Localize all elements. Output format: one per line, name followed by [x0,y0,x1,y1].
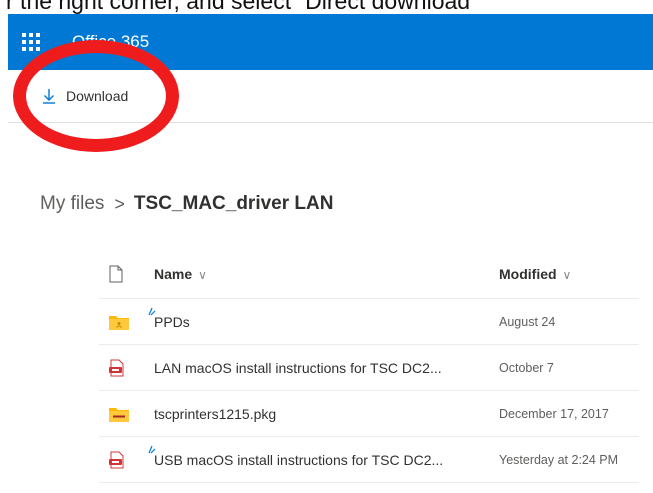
download-button[interactable]: Download [42,88,128,104]
file-type-icon[interactable] [109,265,123,283]
file-modified: December 17, 2017 [499,406,609,421]
file-modified: August 24 [499,314,556,329]
top-bar: Office 365 [8,14,653,70]
breadcrumb-separator: > [114,193,125,214]
file-modified: October 7 [499,360,554,375]
pdf-file-icon [109,359,124,376]
pdf-file-icon [109,451,124,468]
app-launcher-icon[interactable] [22,33,40,51]
shared-folder-icon [109,315,129,330]
instruction-caption: r the right corner, and select “Direct d… [6,0,478,14]
list-item[interactable]: PPDs August 24 [99,299,639,345]
breadcrumb-current: TSC_MAC_driver LAN [133,193,334,214]
column-modified[interactable]: Modified ∨ [499,266,571,282]
file-name[interactable]: LAN macOS install instructions for TSC D… [154,360,442,376]
file-list-header: Name ∨ Modified ∨ [99,250,639,299]
download-label: Download [66,88,129,104]
package-file-icon [109,407,129,422]
download-arrow-icon [43,89,55,104]
file-name[interactable]: tscprinters1215.pkg [154,406,276,422]
chevron-down-icon: ∨ [198,268,207,282]
file-name[interactable]: PPDs [154,314,190,330]
breadcrumb: My files > TSC_MAC_driver LAN [40,193,333,215]
file-name[interactable]: USB macOS install instructions for TSC D… [154,452,443,468]
command-bar: Download [8,70,653,123]
list-item[interactable]: tscprinters1215.pkg December 17, 2017 [99,391,639,437]
app-title[interactable]: Office 365 [72,32,149,52]
list-item[interactable]: LAN macOS install instructions for TSC D… [99,345,639,391]
breadcrumb-root[interactable]: My files [40,193,104,215]
file-modified: Yesterday at 2:24 PM [499,452,619,467]
file-list: Name ∨ Modified ∨ PPDs August 24 LAN macOS… [99,250,639,483]
chevron-down-icon: ∨ [562,268,572,282]
list-item[interactable]: USB macOS install instructions for TSC D… [99,437,639,483]
column-name[interactable]: Name ∨ [154,266,207,282]
